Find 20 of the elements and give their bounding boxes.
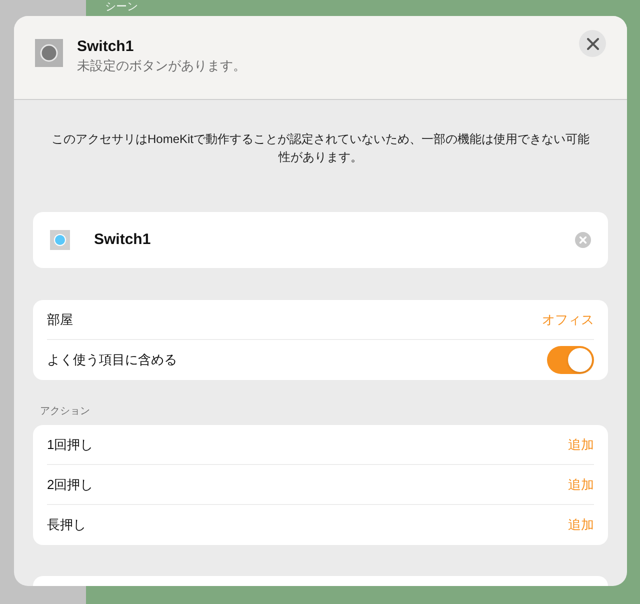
close-button[interactable] [579,30,606,57]
certification-notice: このアクセサリはHomeKitで動作することが認定されていないため、一部の機能は使用できない可能性があります。 [50,131,590,166]
setting-label: 部屋 [47,310,73,329]
dialog-subtitle: 未設定のボタンがあります。 [77,57,247,75]
action-label: 長押し [47,516,86,534]
clear-icon[interactable] [575,232,591,248]
button-icon [50,230,70,250]
close-icon [586,38,598,50]
section-header: アクション [40,405,91,419]
setting-value[interactable]: オフィス [542,310,594,330]
action-label: 2回押し [47,476,94,494]
add-link[interactable]: 追加 [568,474,594,494]
action-label: 1回押し [47,436,94,454]
add-link[interactable]: 追加 [568,515,594,535]
toggle-switch[interactable] [547,346,594,374]
section-label: シーン [105,1,138,14]
add-link[interactable]: 追加 [568,434,594,454]
button-icon [35,39,63,67]
dialog-title: Switch1 [77,37,135,57]
setting-label: よく使う項目に含める [47,351,177,370]
